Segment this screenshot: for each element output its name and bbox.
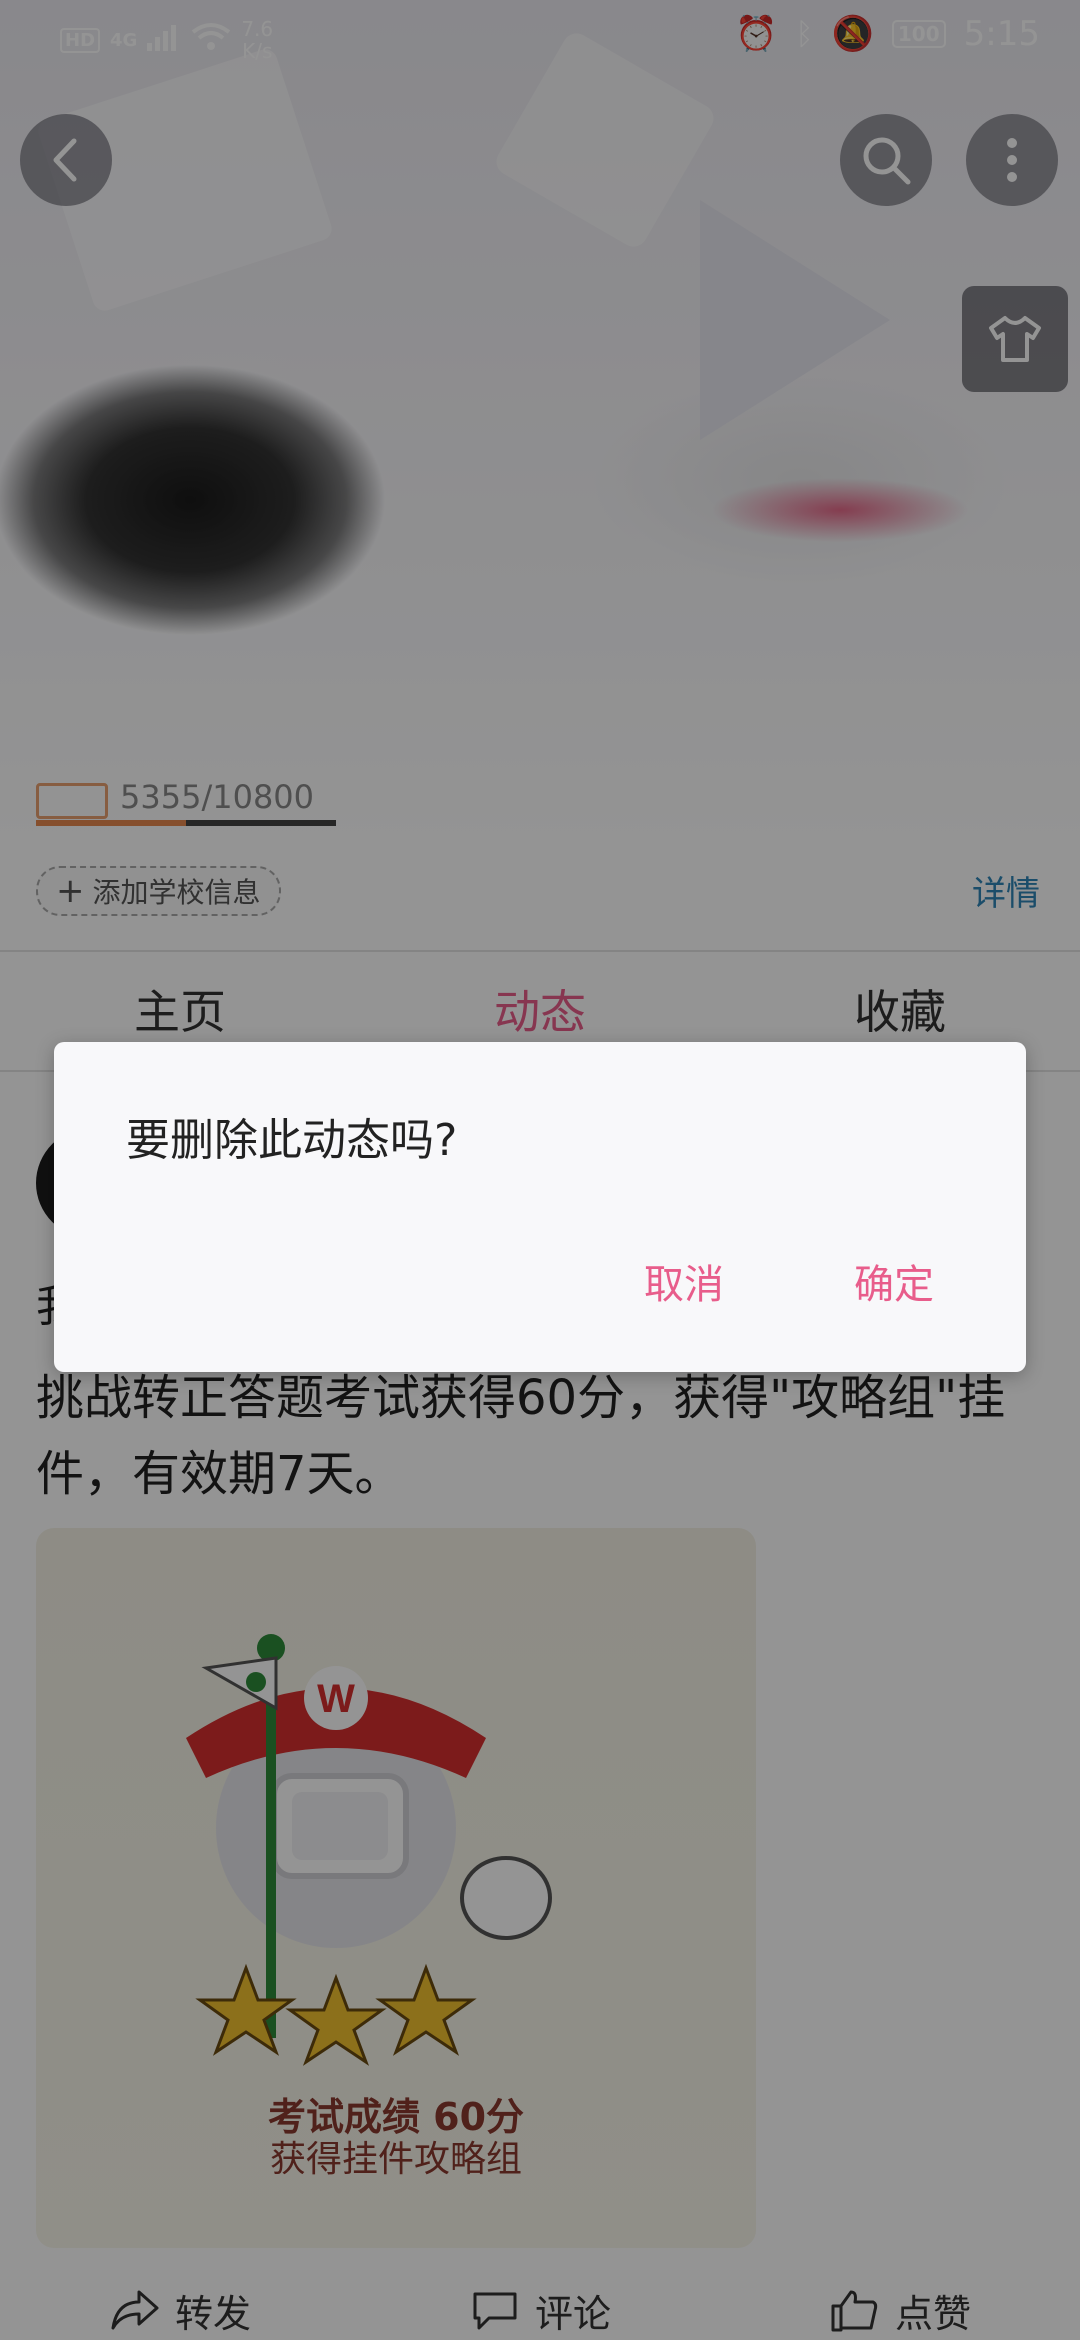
dialog-message: 要删除此动态吗?: [126, 1115, 458, 1166]
cancel-button[interactable]: 取消: [644, 1252, 724, 1310]
delete-confirm-dialog: 要删除此动态吗? 取消 确定: [54, 1042, 1026, 1372]
confirm-button[interactable]: 确定: [854, 1252, 934, 1310]
